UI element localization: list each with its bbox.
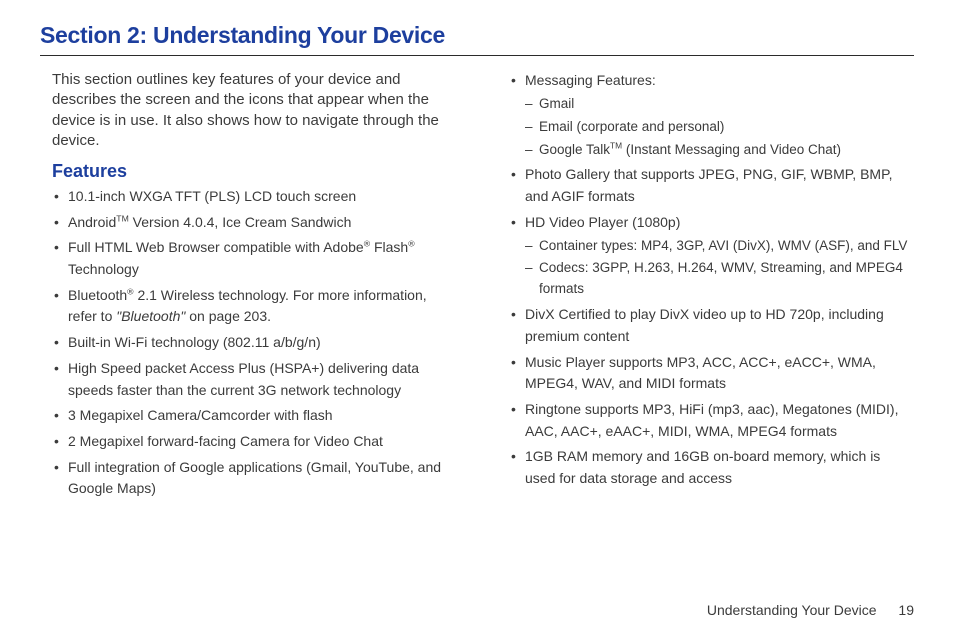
- trademark-tm: TM: [116, 213, 129, 223]
- feature-item: Built-in Wi-Fi technology (802.11 a/b/g/…: [68, 332, 457, 354]
- text: on page 203.: [189, 308, 271, 324]
- right-column: Messaging Features: Gmail Email (corpora…: [497, 70, 914, 504]
- hd-sublist: Container types: MP4, 3GP, AVI (DivX), W…: [525, 236, 914, 301]
- text: Messaging Features:: [525, 72, 656, 88]
- sub-item: Google TalkTM (Instant Messaging and Vid…: [539, 140, 914, 161]
- features-heading: Features: [52, 161, 457, 182]
- feature-item: 2 Megapixel forward-facing Camera for Vi…: [68, 431, 457, 453]
- text: Bluetooth: [68, 287, 127, 303]
- feature-item: Ringtone supports MP3, HiFi (mp3, aac), …: [525, 399, 914, 442]
- messaging-sublist: Gmail Email (corporate and personal) Goo…: [525, 94, 914, 161]
- trademark-tm: TM: [610, 140, 622, 150]
- feature-item: 10.1-inch WXGA TFT (PLS) LCD touch scree…: [68, 186, 457, 208]
- features-list-right: Messaging Features: Gmail Email (corpora…: [497, 70, 914, 490]
- text: (Instant Messaging and Video Chat): [622, 142, 841, 157]
- feature-item: Music Player supports MP3, ACC, ACC+, eA…: [525, 352, 914, 395]
- sub-item: Container types: MP4, 3GP, AVI (DivX), W…: [539, 236, 914, 257]
- feature-item: Full HTML Web Browser compatible with Ad…: [68, 237, 457, 280]
- text: Full HTML Web Browser compatible with Ad…: [68, 239, 364, 255]
- sub-item: Codecs: 3GPP, H.263, H.264, WMV, Streami…: [539, 258, 914, 300]
- feature-item: AndroidTM Version 4.0.4, Ice Cream Sandw…: [68, 212, 457, 234]
- registered-mark: ®: [408, 239, 414, 249]
- text: Android: [68, 214, 116, 230]
- feature-item: Photo Gallery that supports JPEG, PNG, G…: [525, 164, 914, 207]
- page-footer: Understanding Your Device 19: [707, 602, 914, 618]
- feature-item: Full integration of Google applications …: [68, 457, 457, 500]
- sub-item: Email (corporate and personal): [539, 117, 914, 138]
- text: Flash: [370, 239, 408, 255]
- horizontal-rule: [40, 55, 914, 56]
- text: Technology: [68, 261, 139, 277]
- footer-section-name: Understanding Your Device: [707, 602, 877, 618]
- page: Section 2: Understanding Your Device Thi…: [0, 0, 954, 636]
- feature-item: 3 Megapixel Camera/Camcorder with flash: [68, 405, 457, 427]
- feature-item: HD Video Player (1080p) Container types:…: [525, 212, 914, 300]
- section-title: Section 2: Understanding Your Device: [40, 22, 914, 49]
- text: Version 4.0.4, Ice Cream Sandwich: [129, 214, 352, 230]
- feature-item: 1GB RAM memory and 16GB on-board memory,…: [525, 446, 914, 489]
- page-number: 19: [898, 602, 914, 618]
- intro-paragraph: This section outlines key features of yo…: [52, 70, 457, 151]
- feature-item: Messaging Features: Gmail Email (corpora…: [525, 70, 914, 160]
- sub-item: Gmail: [539, 94, 914, 115]
- feature-item: Bluetooth® 2.1 Wireless technology. For …: [68, 285, 457, 328]
- feature-item: High Speed packet Access Plus (HSPA+) de…: [68, 358, 457, 401]
- cross-reference: "Bluetooth": [116, 308, 189, 324]
- left-column: This section outlines key features of yo…: [40, 70, 457, 504]
- content-columns: This section outlines key features of yo…: [40, 70, 914, 504]
- feature-item: DivX Certified to play DivX video up to …: [525, 304, 914, 347]
- features-list-left: 10.1-inch WXGA TFT (PLS) LCD touch scree…: [40, 186, 457, 500]
- text: HD Video Player (1080p): [525, 214, 680, 230]
- text: Google Talk: [539, 142, 610, 157]
